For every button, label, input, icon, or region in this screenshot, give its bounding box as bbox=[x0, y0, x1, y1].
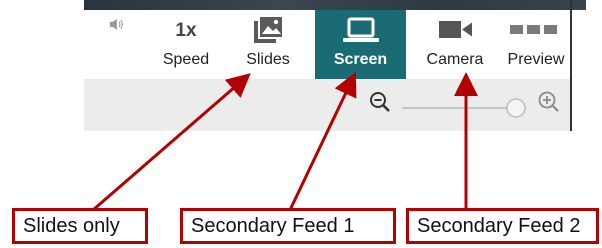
screen-icon bbox=[343, 17, 379, 42]
callout-slides-only: Slides only bbox=[12, 208, 148, 244]
preview-label: Preview bbox=[507, 51, 565, 68]
speed-label: Speed bbox=[162, 51, 210, 68]
toolbar-top-strip bbox=[84, 0, 586, 10]
zoom-slider-graphic bbox=[402, 98, 526, 118]
slides-button[interactable]: Slides bbox=[236, 10, 300, 79]
preview-button[interactable]: Preview bbox=[500, 10, 572, 79]
preview-icon bbox=[510, 25, 557, 34]
speed-value: 1x bbox=[175, 20, 197, 41]
volume-button[interactable] bbox=[94, 10, 138, 79]
zoom-in-icon bbox=[538, 91, 559, 112]
callout-secondary-feed-1: Secondary Feed 1 bbox=[180, 208, 396, 244]
volume-icon bbox=[109, 18, 123, 30]
zoom-out-icon bbox=[370, 92, 390, 112]
slides-label: Slides bbox=[246, 51, 290, 68]
zoom-out-button[interactable] bbox=[368, 88, 392, 116]
zoom-in-button[interactable] bbox=[536, 88, 562, 116]
camera-label: Camera bbox=[426, 51, 484, 68]
slides-icon bbox=[254, 17, 282, 43]
callout-secondary-feed-2: Secondary Feed 2 bbox=[406, 208, 599, 244]
camera-button[interactable]: Camera bbox=[418, 10, 492, 79]
camera-icon bbox=[439, 21, 472, 38]
screen-label: Screen bbox=[333, 51, 388, 68]
speed-button[interactable]: 1x Speed bbox=[156, 10, 216, 79]
zoom-slider-thumb[interactable] bbox=[506, 98, 526, 118]
screen-button[interactable]: Screen bbox=[315, 10, 406, 79]
zoom-slider[interactable] bbox=[400, 96, 528, 120]
